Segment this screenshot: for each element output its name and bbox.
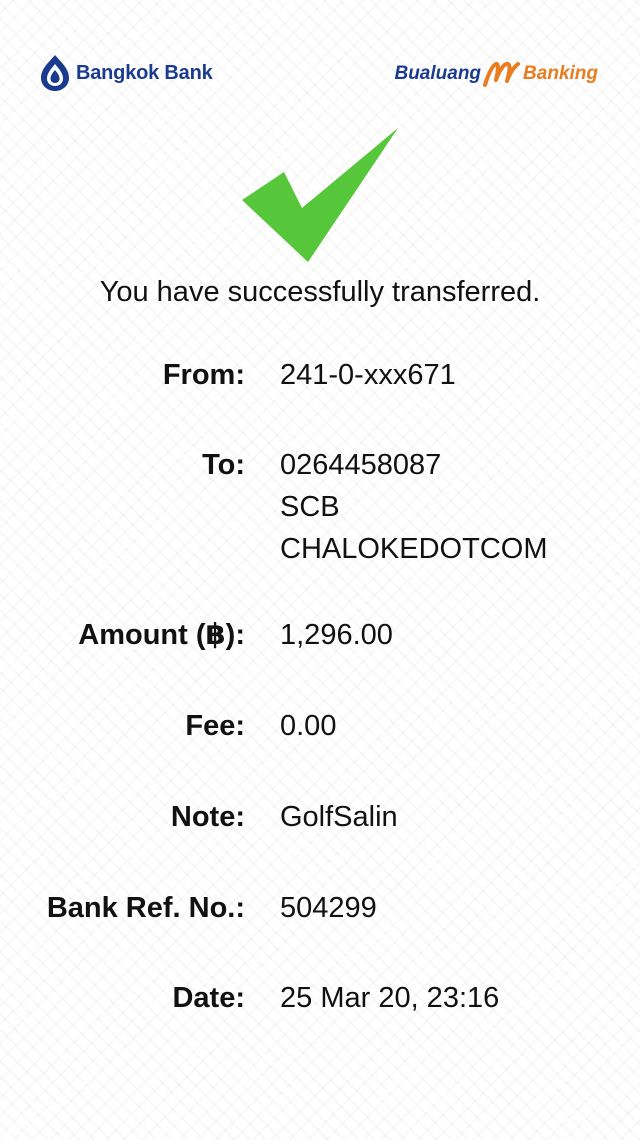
to-account: 0264458087 <box>280 449 442 481</box>
date-value: 25 Mar 20, 23:16 <box>280 982 500 1014</box>
to-value: 0264458087 SCB CHALOKEDOTCOM <box>280 444 547 570</box>
from-value: 241-0-xxx671 <box>280 359 456 391</box>
bualuang-mbanking-logo: Bualuang Banking <box>394 60 598 88</box>
note-label: Note: <box>170 801 245 833</box>
receipt-header: Bangkok Bank Bualuang Banking <box>0 0 640 110</box>
amount-value: 1,296.00 <box>280 619 393 651</box>
from-label: From: <box>162 359 245 391</box>
to-label: To: <box>202 449 245 481</box>
bank-ref-value: 504299 <box>280 892 377 924</box>
bank-name: Bangkok Bank <box>76 61 213 84</box>
to-name: CHALOKEDOTCOM <box>280 533 548 565</box>
amount-label: Amount (฿): <box>78 619 245 651</box>
checkmark-icon <box>242 128 398 262</box>
fee-value: 0.00 <box>280 710 337 742</box>
bangkok-bank-lotus-icon <box>41 55 69 91</box>
bank-ref-label: Bank Ref. No.: <box>46 892 245 924</box>
fee-label: Fee: <box>185 710 245 742</box>
to-bank: SCB <box>280 491 340 523</box>
app-brand-part2: Banking <box>523 63 598 84</box>
bangkok-bank-logo: Bangkok Bank <box>40 54 213 92</box>
success-message: You have successfully transferred. <box>99 276 541 308</box>
m-banking-icon <box>483 61 521 87</box>
app-brand-part1: Bualuang <box>394 63 482 84</box>
note-value: GolfSalin <box>280 801 398 833</box>
date-label: Date: <box>172 982 245 1014</box>
